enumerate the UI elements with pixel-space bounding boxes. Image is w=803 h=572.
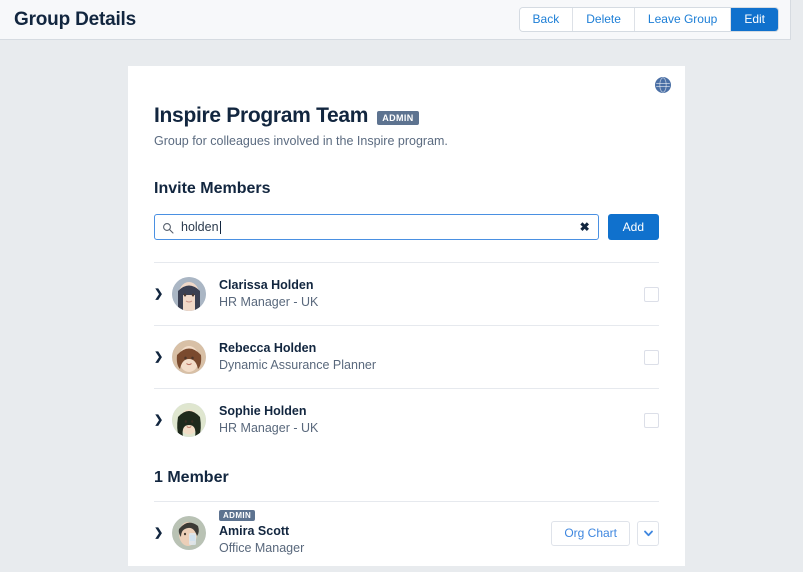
app-header: Group Details Back Delete Leave Group Ed… [0,0,791,40]
invite-results-list: ❯ [154,262,659,451]
chevron-right-icon[interactable]: ❯ [154,289,168,300]
invite-members-heading: Invite Members [154,180,659,198]
select-checkbox[interactable] [644,413,659,428]
group-description: Group for colleagues involved in the Ins… [154,134,659,148]
search-input[interactable]: holden ✖ [154,214,599,240]
members-list: ❯ ADMIN [154,501,659,564]
person-role: Dynamic Assurance Planner [219,357,376,374]
edit-button[interactable]: Edit [731,8,778,31]
search-icon [162,221,174,233]
chevron-right-icon[interactable]: ❯ [154,528,168,539]
row-actions [644,350,659,365]
person-info: ADMIN Amira Scott Office Manager [219,510,304,557]
select-checkbox[interactable] [644,287,659,302]
person-info: Clarissa Holden HR Manager - UK [219,277,318,311]
avatar [172,277,206,311]
row-actions [644,287,659,302]
chevron-right-icon[interactable]: ❯ [154,352,168,363]
header-button-group: Back Delete Leave Group Edit [520,8,778,31]
text-caret [220,221,221,234]
globe-icon[interactable] [653,75,673,95]
search-input-value: holden [181,220,219,234]
list-item[interactable]: ❯ ADMIN [154,501,659,564]
back-button[interactable]: Back [520,8,574,31]
list-item[interactable]: ❯ Rebecca Ho [154,325,659,388]
avatar [172,340,206,374]
page-title: Group Details [14,9,136,31]
select-checkbox[interactable] [644,350,659,365]
chevron-down-icon [644,526,653,540]
group-name: Inspire Program Team [154,104,368,128]
leave-group-button[interactable]: Leave Group [635,8,731,31]
org-chart-button[interactable]: Org Chart [551,521,630,546]
add-button[interactable]: Add [608,214,659,240]
person-name: Amira Scott [219,523,304,540]
header-actions: Back Delete Leave Group Edit [520,8,778,31]
chevron-right-icon[interactable]: ❯ [154,415,168,426]
person-name: Sophie Holden [219,403,318,420]
person-role: Office Manager [219,540,304,557]
person-info: Sophie Holden HR Manager - UK [219,403,318,437]
clear-icon[interactable]: ✖ [580,221,590,233]
group-title-row: Inspire Program Team ADMIN [154,104,659,128]
delete-button[interactable]: Delete [573,8,635,31]
avatar [172,516,206,550]
list-item[interactable]: ❯ Sophie Hol [154,388,659,451]
group-details-card: Inspire Program Team ADMIN Group for col… [128,66,685,566]
person-info: Rebecca Holden Dynamic Assurance Planner [219,340,376,374]
person-name: Rebecca Holden [219,340,376,357]
row-actions: Org Chart [551,521,659,546]
row-actions [644,413,659,428]
invite-search-row: holden ✖ Add [154,214,659,240]
members-heading: 1 Member [154,469,659,487]
person-role: HR Manager - UK [219,420,318,437]
member-admin-badge: ADMIN [219,510,255,521]
list-item[interactable]: ❯ [154,262,659,325]
member-options-dropdown[interactable] [637,521,659,546]
person-name: Clarissa Holden [219,277,318,294]
group-admin-badge: ADMIN [377,111,419,125]
person-role: HR Manager - UK [219,294,318,311]
avatar [172,403,206,437]
